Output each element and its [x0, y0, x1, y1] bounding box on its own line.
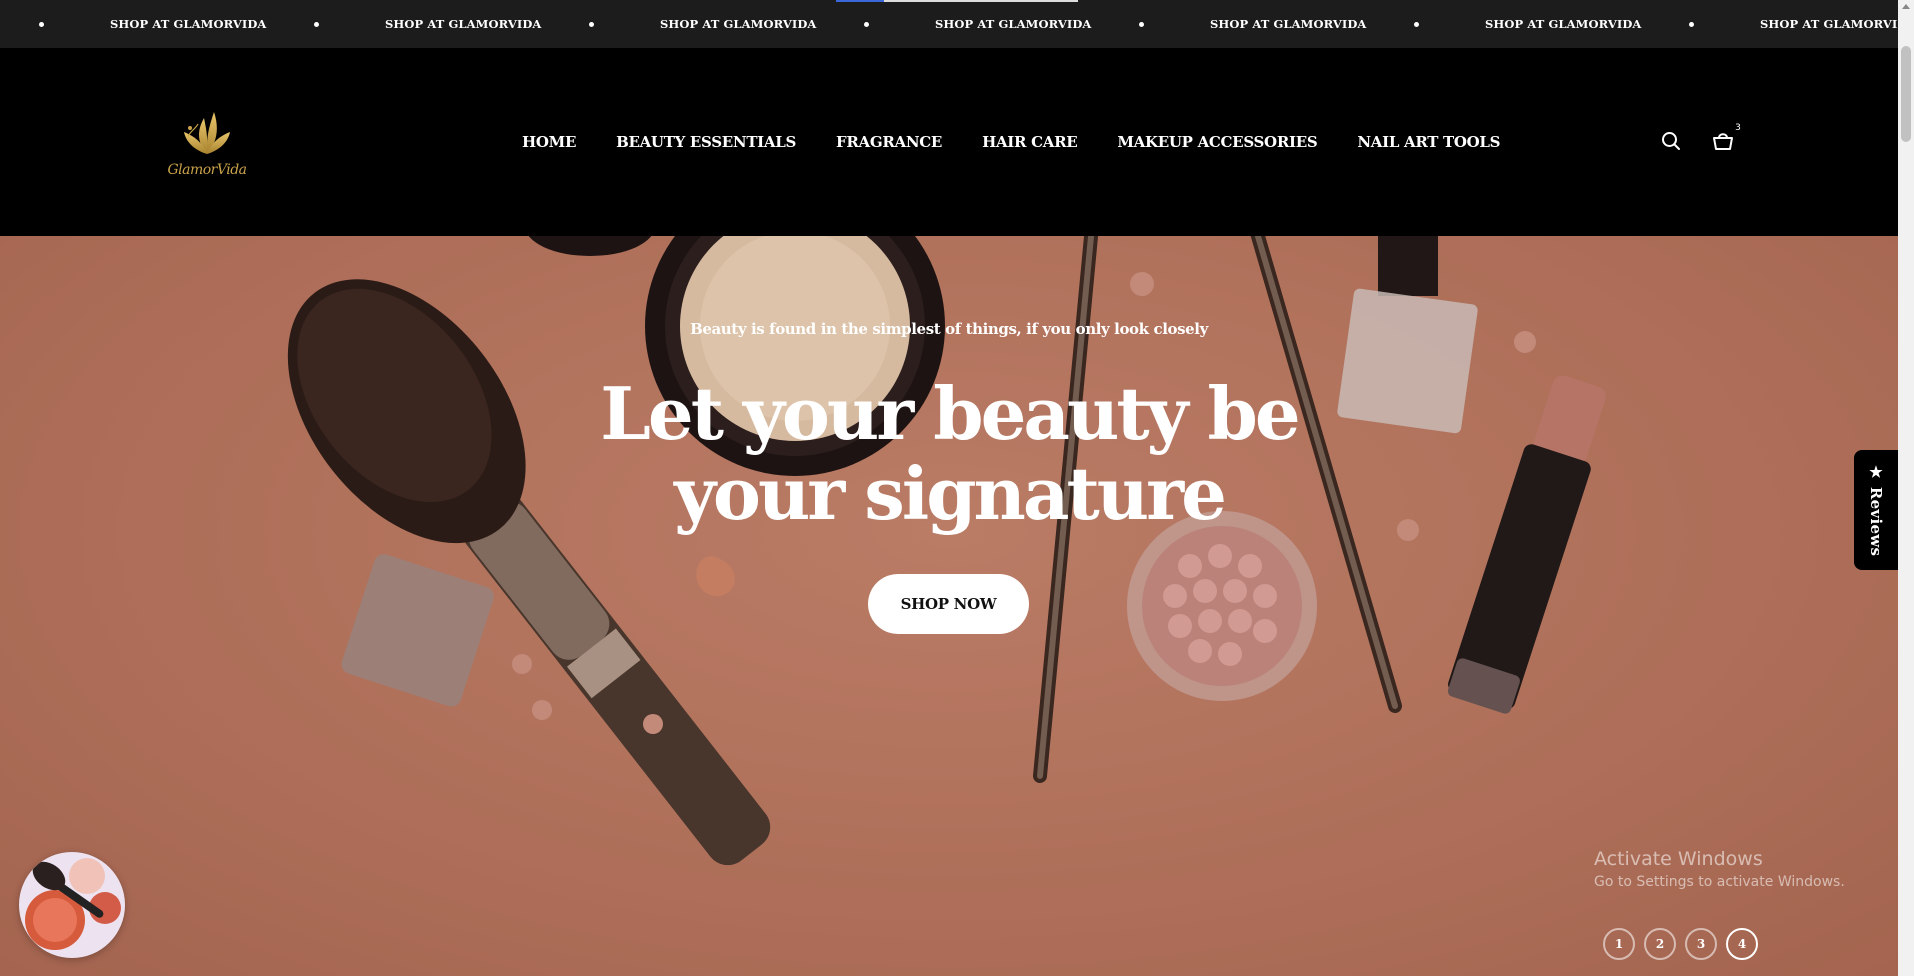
- announcement-item: SHOP AT GLAMORVIDA: [812, 17, 1091, 31]
- headline-line-1: Let your beauty be: [600, 371, 1300, 456]
- scrollbar-thumb[interactable]: [1901, 46, 1911, 142]
- floating-promo-badge[interactable]: [19, 852, 125, 958]
- slide-dot-4[interactable]: 4: [1726, 928, 1758, 960]
- headline-line-2: your signature: [674, 451, 1227, 536]
- nav-beauty-essentials[interactable]: BEAUTY ESSENTIALS: [616, 133, 796, 151]
- site-header: GlamorVida HOME BEAUTY ESSENTIALS FRAGRA…: [0, 48, 1898, 236]
- search-button[interactable]: [1658, 128, 1684, 154]
- watermark-subtitle: Go to Settings to activate Windows.: [1594, 874, 1845, 890]
- scroll-up-arrow-icon[interactable]: [1902, 4, 1910, 9]
- nav-home[interactable]: HOME: [522, 133, 576, 151]
- main-navigation: HOME BEAUTY ESSENTIALS FRAGRANCE HAIR CA…: [522, 48, 1501, 236]
- reviews-tab-label: ★ Reviews: [1867, 463, 1885, 557]
- announcement-item: SHOP AT GLAMORVIDA: [1362, 17, 1641, 31]
- windows-activation-watermark: Activate Windows Go to Settings to activ…: [1594, 848, 1845, 890]
- slide-dot-1[interactable]: 1: [1603, 928, 1635, 960]
- slide-pagination: 1 2 3 4: [1603, 928, 1758, 960]
- shop-now-button[interactable]: SHOP NOW: [868, 574, 1029, 634]
- announcement-item: SHOP AT GLAMORVIDA: [0, 17, 266, 31]
- blush-brush-icon: [25, 858, 121, 950]
- nav-fragrance[interactable]: FRAGRANCE: [836, 133, 942, 151]
- brand-logo[interactable]: GlamorVida: [166, 106, 248, 184]
- nav-hair-care[interactable]: HAIR CARE: [982, 133, 1078, 151]
- cart-count-badge: 3: [1732, 122, 1744, 134]
- announcement-item: SHOP AT GLAMORVIDA: [1087, 17, 1366, 31]
- lotus-logo-icon: [184, 112, 230, 154]
- logo-wordmark: GlamorVida: [167, 162, 247, 178]
- hero-headline: Let your beauty be your signature: [0, 374, 1898, 534]
- page-scrollbar[interactable]: [1898, 0, 1914, 976]
- nav-makeup-accessories[interactable]: MAKEUP ACCESSORIES: [1117, 133, 1317, 151]
- hero-tagline: Beauty is found in the simplest of thing…: [690, 320, 1208, 338]
- cart-button[interactable]: 3: [1710, 122, 1744, 154]
- search-icon: [1662, 132, 1680, 150]
- slide-dot-2[interactable]: 2: [1644, 928, 1676, 960]
- watermark-title: Activate Windows: [1594, 848, 1763, 870]
- hero-slideshow: Beauty is found in the simplest of thing…: [0, 236, 1898, 976]
- announcement-item: SHOP AT GLAMORVIDA: [1637, 17, 1898, 31]
- cart-icon: [1713, 133, 1733, 150]
- nav-nail-art-tools[interactable]: NAIL ART TOOLS: [1357, 133, 1500, 151]
- announcement-bar: SHOP AT GLAMORVIDA SHOP AT GLAMORVIDA SH…: [0, 0, 1898, 48]
- slide-dot-3[interactable]: 3: [1685, 928, 1717, 960]
- announcement-item: SHOP AT GLAMORVIDA: [537, 17, 816, 31]
- announcement-item: SHOP AT GLAMORVIDA: [262, 17, 541, 31]
- reviews-tab[interactable]: ★ Reviews: [1854, 450, 1898, 570]
